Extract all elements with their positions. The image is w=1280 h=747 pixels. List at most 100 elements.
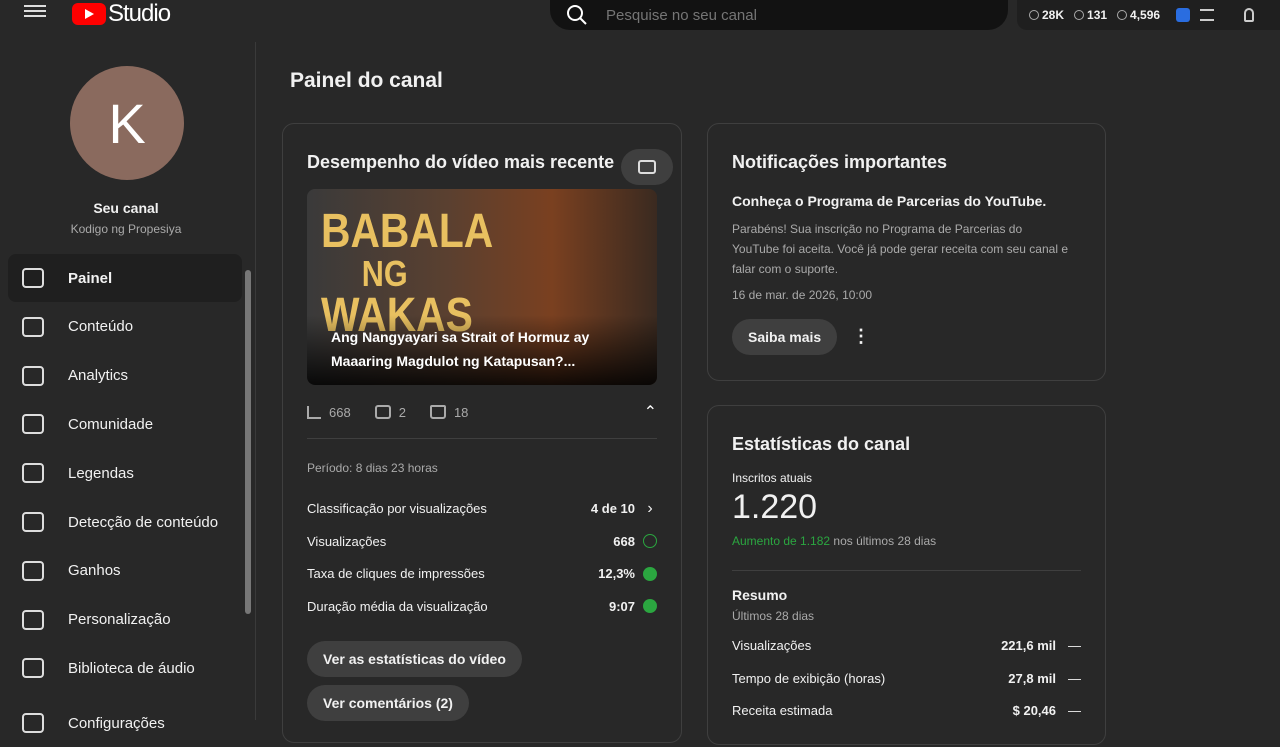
summary-row: Visualizações 221,6 mil — bbox=[732, 638, 1081, 653]
latest-video-card: Desempenho do vídeo mais recente BABALA … bbox=[282, 123, 682, 743]
sidebar-item-6[interactable]: Ganhos bbox=[8, 547, 242, 595]
video-title[interactable]: Ang Nangyayari sa Strait of Hormuz ay Ma… bbox=[331, 325, 611, 373]
growth: Aumento de 1.182 bbox=[732, 534, 831, 548]
eye-icon bbox=[1074, 10, 1085, 20]
notif-heading: Conheça o Programa de Parcerias do YouTu… bbox=[732, 193, 1047, 209]
community-icon bbox=[22, 414, 44, 435]
card-title: Estatísticas do canal bbox=[732, 434, 911, 454]
notif-date: 16 de mar. de 2026, 10:00 bbox=[732, 288, 873, 302]
sidebar-item-label: Personalização bbox=[68, 611, 171, 629]
subs-label: Inscritos atuais bbox=[732, 471, 813, 485]
summary-value: 27,8 mil bbox=[1008, 670, 1056, 686]
period: Período: 8 dias 23 horas bbox=[307, 461, 438, 475]
page-title: Painel do canal bbox=[290, 69, 443, 92]
comments-count: 2 bbox=[398, 404, 406, 420]
chevron-right-icon[interactable]: › bbox=[643, 500, 657, 516]
views-count: 668 bbox=[329, 404, 351, 420]
check-circle-icon bbox=[643, 534, 657, 548]
summary-label: Visualizações bbox=[732, 638, 812, 653]
summary-value: 221,6 mil bbox=[1001, 638, 1056, 653]
sidebar-item-4[interactable]: Legendas bbox=[8, 449, 242, 497]
stat-views: 131 bbox=[1087, 8, 1108, 22]
notifications-card: Notificações importantes Conheça o Progr… bbox=[707, 123, 1106, 381]
thumb-text: BABALA bbox=[321, 205, 494, 258]
more-options-icon[interactable]: ⋮ bbox=[852, 326, 870, 347]
search-icon bbox=[567, 5, 587, 25]
card-title: Desempenho do vídeo mais recente bbox=[307, 152, 615, 172]
list-icon[interactable] bbox=[1200, 9, 1215, 21]
sidebar-item-7[interactable]: Personalização bbox=[8, 596, 242, 644]
dash-icon: — bbox=[1068, 638, 1081, 653]
growth-suffix: nos últimos 28 dias bbox=[830, 534, 937, 548]
sidebar-item-2[interactable]: Analytics bbox=[8, 352, 242, 400]
subtitles-icon bbox=[22, 463, 44, 484]
channel-name: Kodigo ng Propesiya bbox=[70, 222, 182, 236]
search-input[interactable] bbox=[606, 6, 986, 24]
screenshot-button[interactable] bbox=[621, 149, 673, 185]
avatar[interactable]: K bbox=[70, 66, 184, 180]
arrow-up-circle-icon bbox=[643, 599, 657, 613]
sidebar-item-label: Configurações bbox=[68, 714, 165, 732]
summary-row: Receita estimada $ 20,46 — bbox=[732, 703, 1081, 718]
extension-stats: 28K 131 4,596 bbox=[1017, 0, 1280, 30]
analytics-icon bbox=[22, 365, 44, 386]
top-bar: Studio 28K 131 4,596 bbox=[0, 0, 1280, 42]
video-quick-stats: 668 2 18 ⌃ bbox=[307, 402, 657, 422]
metric-value: 4 de 10 bbox=[590, 501, 635, 516]
sidebar-item-3[interactable]: Comunidade bbox=[8, 400, 242, 448]
eye-icon bbox=[1117, 10, 1128, 20]
summary-sub: Últimos 28 dias bbox=[732, 609, 815, 623]
learn-more-button[interactable]: Saiba mais bbox=[732, 319, 838, 355]
extension-icon[interactable] bbox=[1176, 8, 1191, 22]
channel-stats-card: Estatísticas do canal Inscritos atuais 1… bbox=[707, 405, 1106, 745]
comment-icon bbox=[374, 405, 391, 419]
metric-row[interactable]: Classificação por visualizações 4 de 10 › bbox=[307, 500, 657, 516]
summary-label: Receita estimada bbox=[732, 703, 833, 718]
summary-row: Tempo de exibição (horas) 27,8 mil — bbox=[732, 671, 1081, 686]
metric-label: Taxa de cliques de impressões bbox=[307, 566, 485, 581]
sidebar-scrollbar[interactable] bbox=[245, 270, 251, 614]
sidebar-item-label: Ganhos bbox=[68, 562, 121, 580]
metric-label: Duração média da visualização bbox=[307, 598, 488, 614]
metric-value: 9:07 bbox=[608, 598, 635, 614]
trophy-icon[interactable] bbox=[1244, 8, 1255, 22]
thumbs-up-icon bbox=[429, 405, 446, 419]
video-stats-button[interactable]: Ver as estatísticas do vídeo bbox=[307, 641, 522, 677]
sidebar-item-0[interactable]: Painel bbox=[8, 254, 242, 302]
sidebar-item-label: Biblioteca de áudio bbox=[68, 659, 195, 677]
metric-row: Duração média da visualização 9:07 bbox=[307, 599, 657, 614]
bar-chart-icon bbox=[307, 405, 321, 419]
sidebar-item-label: Painel bbox=[68, 269, 113, 287]
card-title: Notificações importantes bbox=[732, 152, 948, 172]
studio-logo[interactable]: Studio bbox=[72, 0, 171, 28]
stat-watch: 28K bbox=[1042, 8, 1065, 22]
comments-button[interactable]: Ver comentários (2) bbox=[307, 685, 469, 721]
metric-row: Visualizações 668 bbox=[307, 534, 657, 549]
divider bbox=[307, 438, 657, 439]
youtube-logo-icon bbox=[72, 3, 106, 25]
metric-row: Taxa de cliques de impressões 12,3% bbox=[307, 566, 657, 581]
sidebar-item-label: Analytics bbox=[68, 367, 129, 385]
menu-icon[interactable] bbox=[24, 2, 46, 20]
sidebar-item-9[interactable]: Configurações bbox=[8, 699, 242, 747]
sidebar-item-8[interactable]: Biblioteca de áudio bbox=[8, 644, 242, 692]
channel-label: Seu canal bbox=[93, 200, 159, 216]
arrow-up-circle-icon bbox=[643, 566, 657, 581]
dashboard-icon bbox=[22, 268, 44, 288]
logo-text: Studio bbox=[108, 0, 171, 27]
summary-value: $ 20,46 bbox=[1012, 703, 1056, 718]
summary-label: Tempo de exibição (horas) bbox=[732, 670, 886, 686]
sidebar-item-1[interactable]: Conteúdo bbox=[8, 303, 242, 351]
video-thumbnail[interactable]: BABALA NG WAKAS Ang Nangyayari sa Strait… bbox=[307, 189, 657, 385]
chevron-up-icon[interactable]: ⌃ bbox=[644, 402, 657, 422]
camera-icon bbox=[638, 160, 656, 174]
sidebar-item-5[interactable]: Detecção de conteúdo bbox=[8, 498, 242, 546]
sidebar-item-label: Legendas bbox=[68, 464, 134, 482]
dash-icon: — bbox=[1068, 670, 1081, 686]
stat-total: 4,596 bbox=[1130, 8, 1161, 22]
gear-icon bbox=[22, 713, 44, 734]
metric-value: 12,3% bbox=[598, 566, 635, 581]
search-bar[interactable] bbox=[550, 0, 1008, 30]
subs-count: 1.220 bbox=[732, 488, 818, 526]
sidebar-item-label: Conteúdo bbox=[68, 318, 134, 336]
